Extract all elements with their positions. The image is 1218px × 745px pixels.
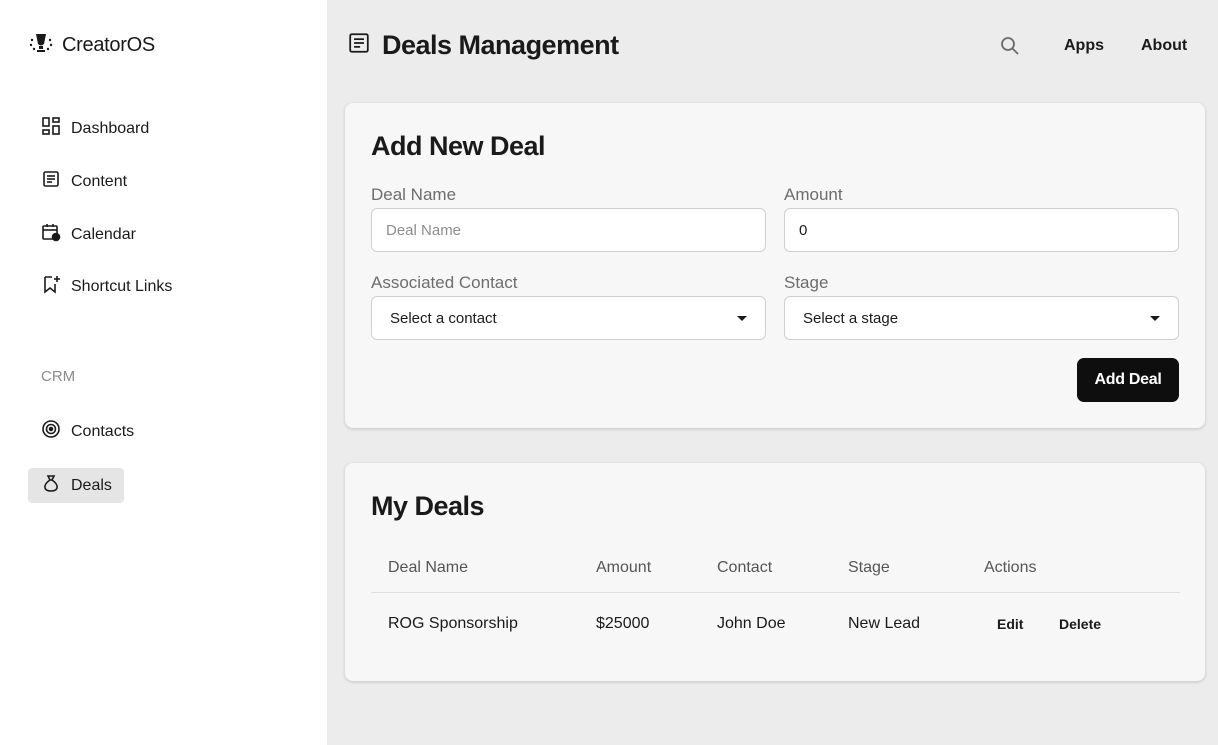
sidebar-item-deals[interactable]: Deals [28,468,124,503]
contact-select[interactable]: Select a contact [371,296,766,340]
column-header-contact: Contact [717,559,773,576]
logo-icon [28,30,54,61]
stage-select-value: Select a stage [803,309,899,327]
search-icon[interactable] [998,34,1022,58]
header-nav: Apps About [998,34,1187,58]
sidebar-item-contacts[interactable]: Contacts [28,414,144,449]
money-bag-icon [41,473,61,498]
sidebar-item-dashboard[interactable]: Dashboard [28,111,159,146]
app-name: CreatorOS [62,34,155,56]
column-header-amount: Amount [596,559,652,576]
target-icon [41,419,61,444]
sidebar-item-label: Contacts [71,422,135,440]
stage-cell: New Lead [848,615,921,632]
amount-label: Amount [784,185,843,204]
stage-label: Stage [784,273,829,292]
deal-name-cell: ROG Sponsorship [388,615,518,632]
add-deal-title: Add New Deal [371,131,546,161]
sidebar-item-calendar[interactable]: Calendar [28,217,146,252]
sidebar-item-label: Shortcut Links [71,277,173,295]
associated-contact-label: Associated Contact [371,273,518,292]
chevron-down-icon [737,315,747,321]
bookmark-add-icon [41,274,61,299]
dashboard-icon [41,116,61,141]
column-header-deal-name: Deal Name [388,559,469,576]
deal-name-label: Deal Name [371,185,457,204]
stage-select[interactable]: Select a stage [784,296,1179,340]
about-link[interactable]: About [1141,37,1187,55]
amount-input[interactable] [784,208,1179,252]
apps-link[interactable]: Apps [1064,37,1104,55]
add-deal-button[interactable]: Add Deal [1077,358,1179,402]
amount-cell: $25000 [596,615,650,632]
my-deals-title: My Deals [371,491,485,521]
chevron-down-icon [1150,315,1160,321]
sidebar-item-content[interactable]: Content [28,164,137,199]
contact-cell: John Doe [717,615,786,632]
sidebar-item-shortcut-links[interactable]: Shortcut Links [28,269,182,304]
page-title: Deals Management [382,30,619,60]
column-header-stage: Stage [848,559,890,576]
table-divider [371,592,1180,593]
sidebar: CreatorOS Dashboard Content Calendar Sho… [0,0,327,745]
crm-section-label: CRM [41,368,76,385]
document-icon [348,32,370,59]
sidebar-item-label: Calendar [71,225,136,243]
sidebar-item-label: Dashboard [71,119,150,137]
sidebar-item-label: Content [71,172,128,190]
edit-button[interactable]: Edit [997,616,1023,632]
brand[interactable]: CreatorOS [28,30,155,61]
calendar-icon [41,222,61,247]
page-header: Deals Management [348,30,619,61]
add-deal-card: Add New Deal Deal Name Amount Associated… [345,103,1205,428]
delete-button[interactable]: Delete [1059,616,1101,632]
sidebar-item-label: Deals [71,476,112,494]
column-header-actions: Actions [984,559,1037,576]
deal-name-input[interactable] [371,208,766,252]
document-icon [41,169,61,194]
contact-select-value: Select a contact [390,309,497,327]
my-deals-card: My Deals Deal Name Amount Contact Stage … [345,463,1205,681]
